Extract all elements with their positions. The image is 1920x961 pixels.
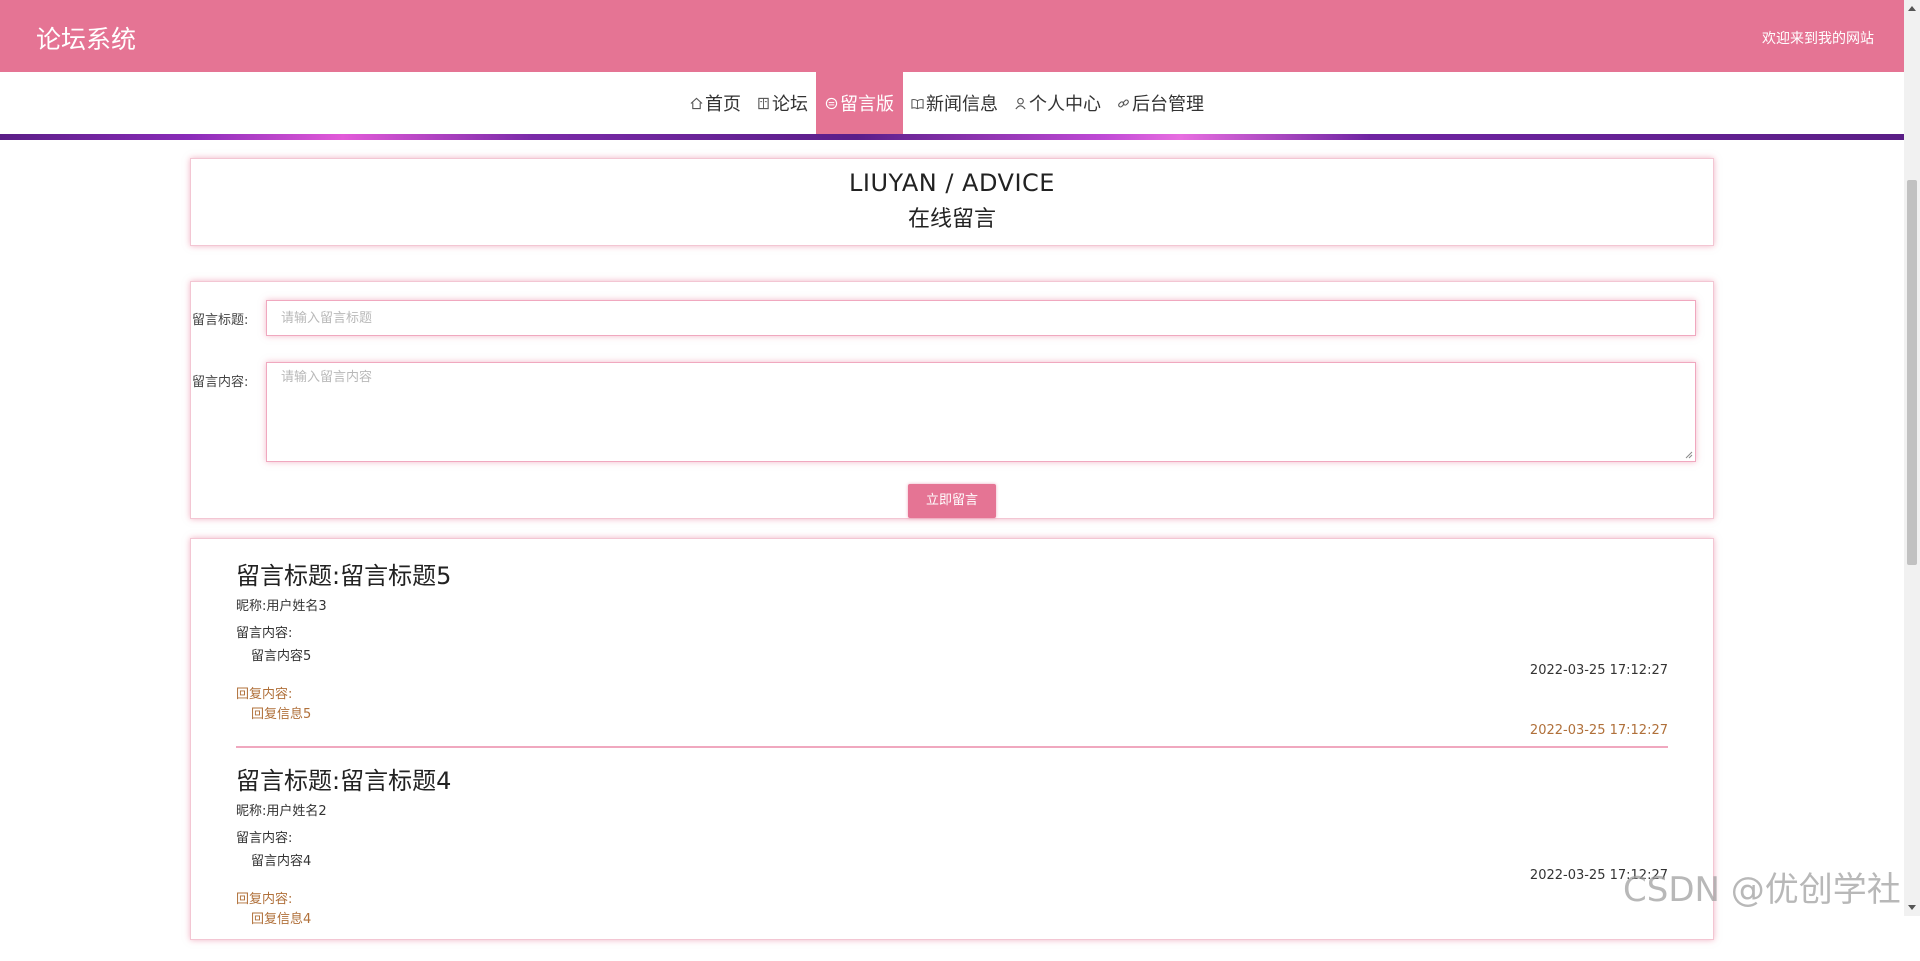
list-item: 留言标题:留言标题4 昵称:用户姓名2 留言内容: 留言内容4 2022-03-… [236,761,1668,961]
page-title-box: LIUYAN / ADVICE 在线留言 [190,158,1714,246]
content-placeholder: 请输入留言内容 [281,370,373,385]
message-title: 留言标题:留言标题4 [236,767,452,795]
message-nickname: 昵称:用户姓名2 [236,804,327,819]
reply-time: 2022-03-25 17:12:27 [1529,723,1668,738]
watermark: CSDN @优创学社 [1623,870,1901,910]
title-field-label: 留言标题: [192,313,249,328]
home-icon [690,97,703,109]
nav-label: 首页 [705,94,741,115]
message-content-label: 留言内容: [236,626,293,641]
message-content: 留言内容5 [251,649,312,664]
nav-label: 新闻信息 [926,94,998,115]
reply-label: 回复内容: [236,687,293,702]
reply-content: 回复信息4 [251,912,312,927]
news-icon [911,98,924,109]
message-divider [236,746,1668,748]
nav-label: 论坛 [772,94,808,115]
nav-item-home[interactable]: 首页 [682,72,749,134]
page-title-chinese: 在线留言 [907,207,996,232]
link-icon [1118,99,1129,107]
nav-label: 个人中心 [1029,94,1101,115]
content-field-label: 留言内容: [192,375,249,390]
nav-label: 后台管理 [1132,94,1204,115]
scroll-up-icon[interactable] [1908,6,1916,11]
message-form: 留言标题: 请输入留言标题 留言内容: 请输入留言内容 立即留言 [190,281,1714,519]
main-nav: 首页 论坛 留言版 新闻信息 个人中心 后台管理 [0,72,1904,134]
page-title-english: LIUYAN / ADVICE [849,169,1055,197]
resize-handle-icon[interactable] [1685,451,1693,459]
book-icon [758,97,769,109]
message-content: 留言内容4 [251,854,312,869]
nav-item-admin[interactable]: 后台管理 [1109,72,1212,134]
submit-message-button[interactable]: 立即留言 [908,484,996,518]
nav-item-user-center[interactable]: 个人中心 [1006,72,1109,134]
message-title-input[interactable]: 请输入留言标题 [266,300,1696,336]
nav-label: 留言版 [840,94,894,115]
user-icon [1015,97,1026,109]
message-title: 留言标题:留言标题5 [236,562,452,590]
message-nickname: 昵称:用户姓名3 [236,599,327,614]
nav-divider-bar [0,134,1904,140]
message-content-label: 留言内容: [236,831,293,846]
list-item: 留言标题:留言标题5 昵称:用户姓名3 留言内容: 留言内容5 2022-03-… [236,556,1668,756]
scroll-thumb[interactable] [1907,180,1917,565]
welcome-text: 欢迎来到我的网站 [1762,31,1874,47]
page-scrollbar[interactable] [1904,0,1920,916]
nav-item-forum[interactable]: 论坛 [749,72,816,134]
nav-item-message-board[interactable]: 留言版 [816,72,903,134]
reply-label: 回复内容: [236,892,293,907]
site-brand[interactable]: 论坛系统 [36,20,136,56]
message-icon [825,97,838,109]
nav-item-news[interactable]: 新闻信息 [903,72,1006,134]
message-list: 留言标题:留言标题5 昵称:用户姓名3 留言内容: 留言内容5 2022-03-… [190,538,1714,940]
top-header: 论坛系统 欢迎来到我的网站 [0,0,1904,72]
message-content-textarea[interactable]: 请输入留言内容 [266,362,1696,462]
scroll-down-icon[interactable] [1908,905,1916,910]
reply-content: 回复信息5 [251,707,312,722]
message-time: 2022-03-25 17:12:27 [1529,663,1668,678]
